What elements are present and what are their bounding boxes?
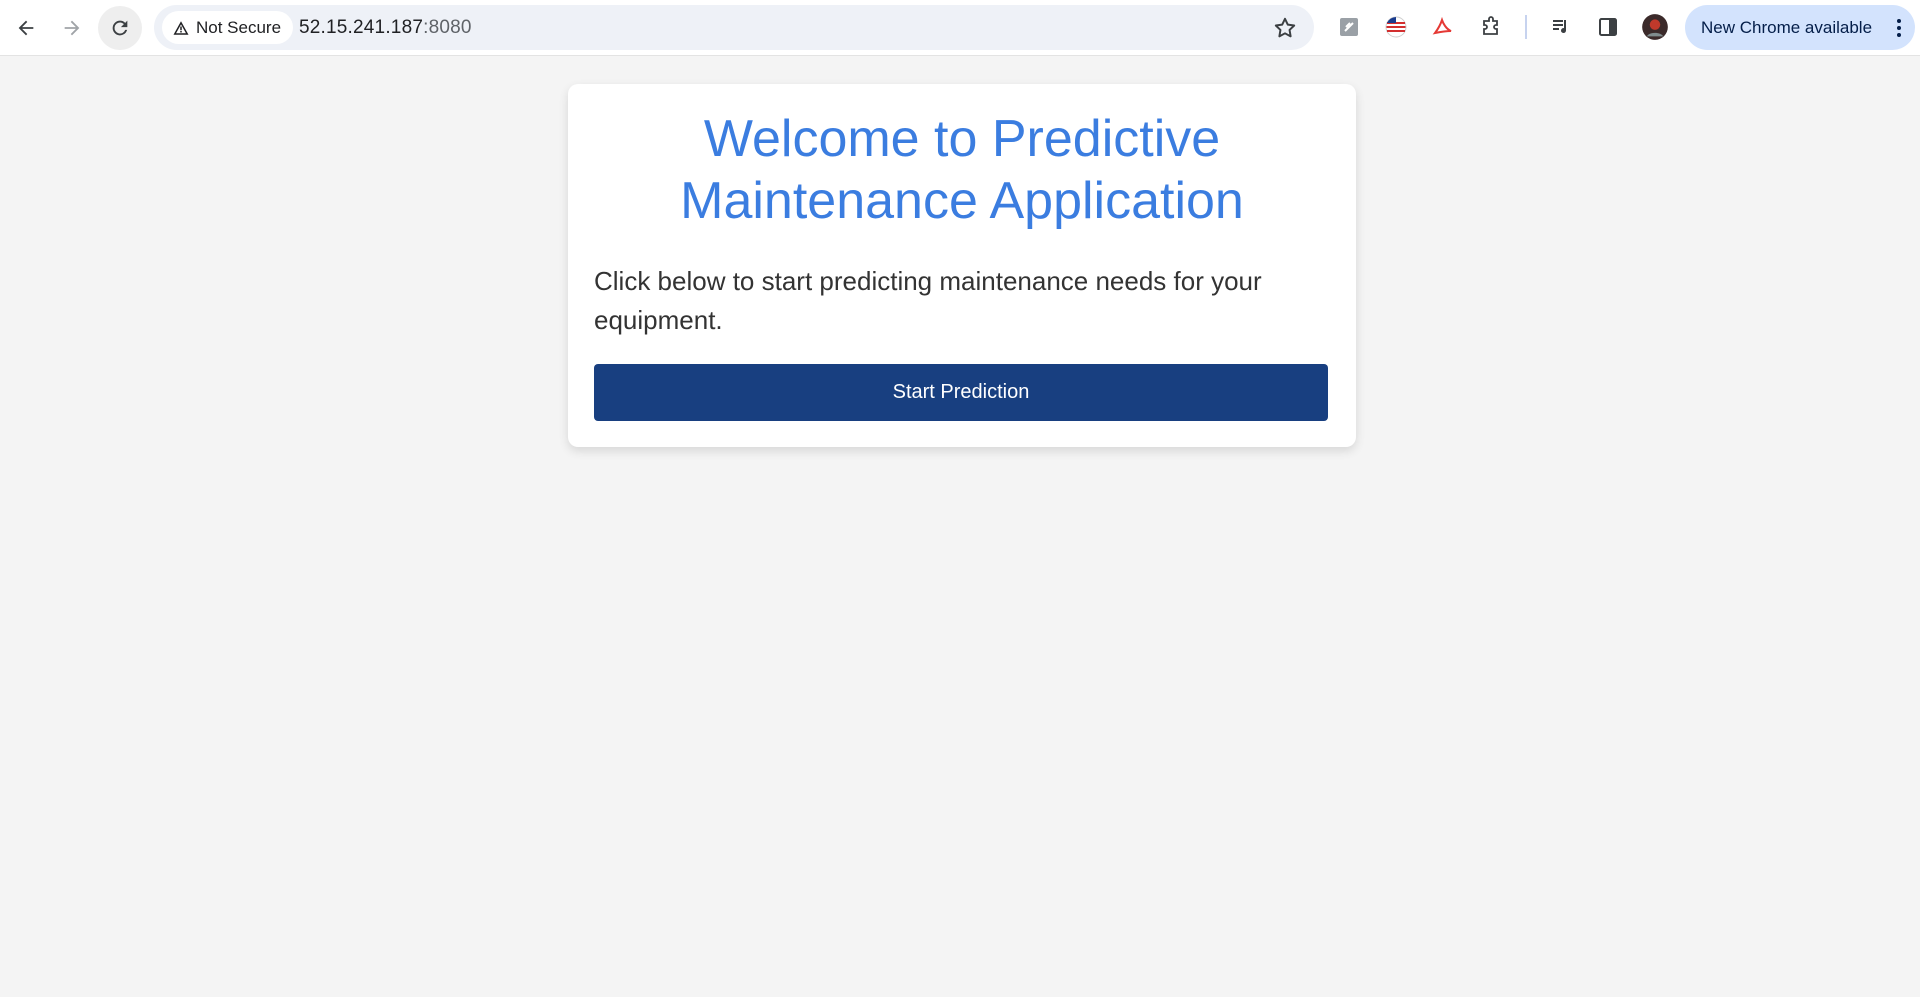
toolbar-divider [1525,15,1527,39]
page-title: Welcome to Predictive Maintenance Applic… [680,110,1244,230]
url-text[interactable]: 52.15.241.187:8080 [299,17,472,39]
warning-icon [173,20,189,35]
profile-avatar-icon[interactable] [1640,12,1670,42]
browser-toolbar: Not Secure 52.15.241.187:8080 New Chrome… [0,0,1920,56]
welcome-card: Welcome to Predictive Maintenance Applic… [568,84,1356,447]
kebab-menu-icon [1897,19,1901,37]
forward-button[interactable] [50,6,94,50]
url-host: 52.15.241.187 [299,17,424,38]
acrobat-extension-icon[interactable] [1428,12,1458,42]
star-icon[interactable] [1272,15,1298,41]
flag-extension-icon[interactable] [1381,12,1411,42]
back-button[interactable] [4,6,48,50]
extension-gray-icon[interactable] [1334,12,1364,42]
url-port: :8080 [423,17,472,38]
extensions-puzzle-icon[interactable] [1476,12,1506,42]
page-description: Click below to start predicting maintena… [594,266,1262,335]
reload-button[interactable] [98,6,142,50]
address-bar[interactable]: Not Secure 52.15.241.187:8080 [154,5,1314,50]
reload-icon [112,20,128,36]
media-controls-icon[interactable] [1546,12,1576,42]
new-chrome-available-button[interactable]: New Chrome available [1685,5,1915,50]
update-label: New Chrome available [1701,17,1873,37]
start-prediction-button[interactable]: Start Prediction [594,364,1328,421]
forward-arrow-icon [64,20,80,36]
security-label: Not Secure [196,17,282,37]
security-indicator[interactable]: Not Secure [162,11,294,44]
side-panel-icon[interactable] [1593,12,1623,42]
back-arrow-icon [18,20,34,36]
